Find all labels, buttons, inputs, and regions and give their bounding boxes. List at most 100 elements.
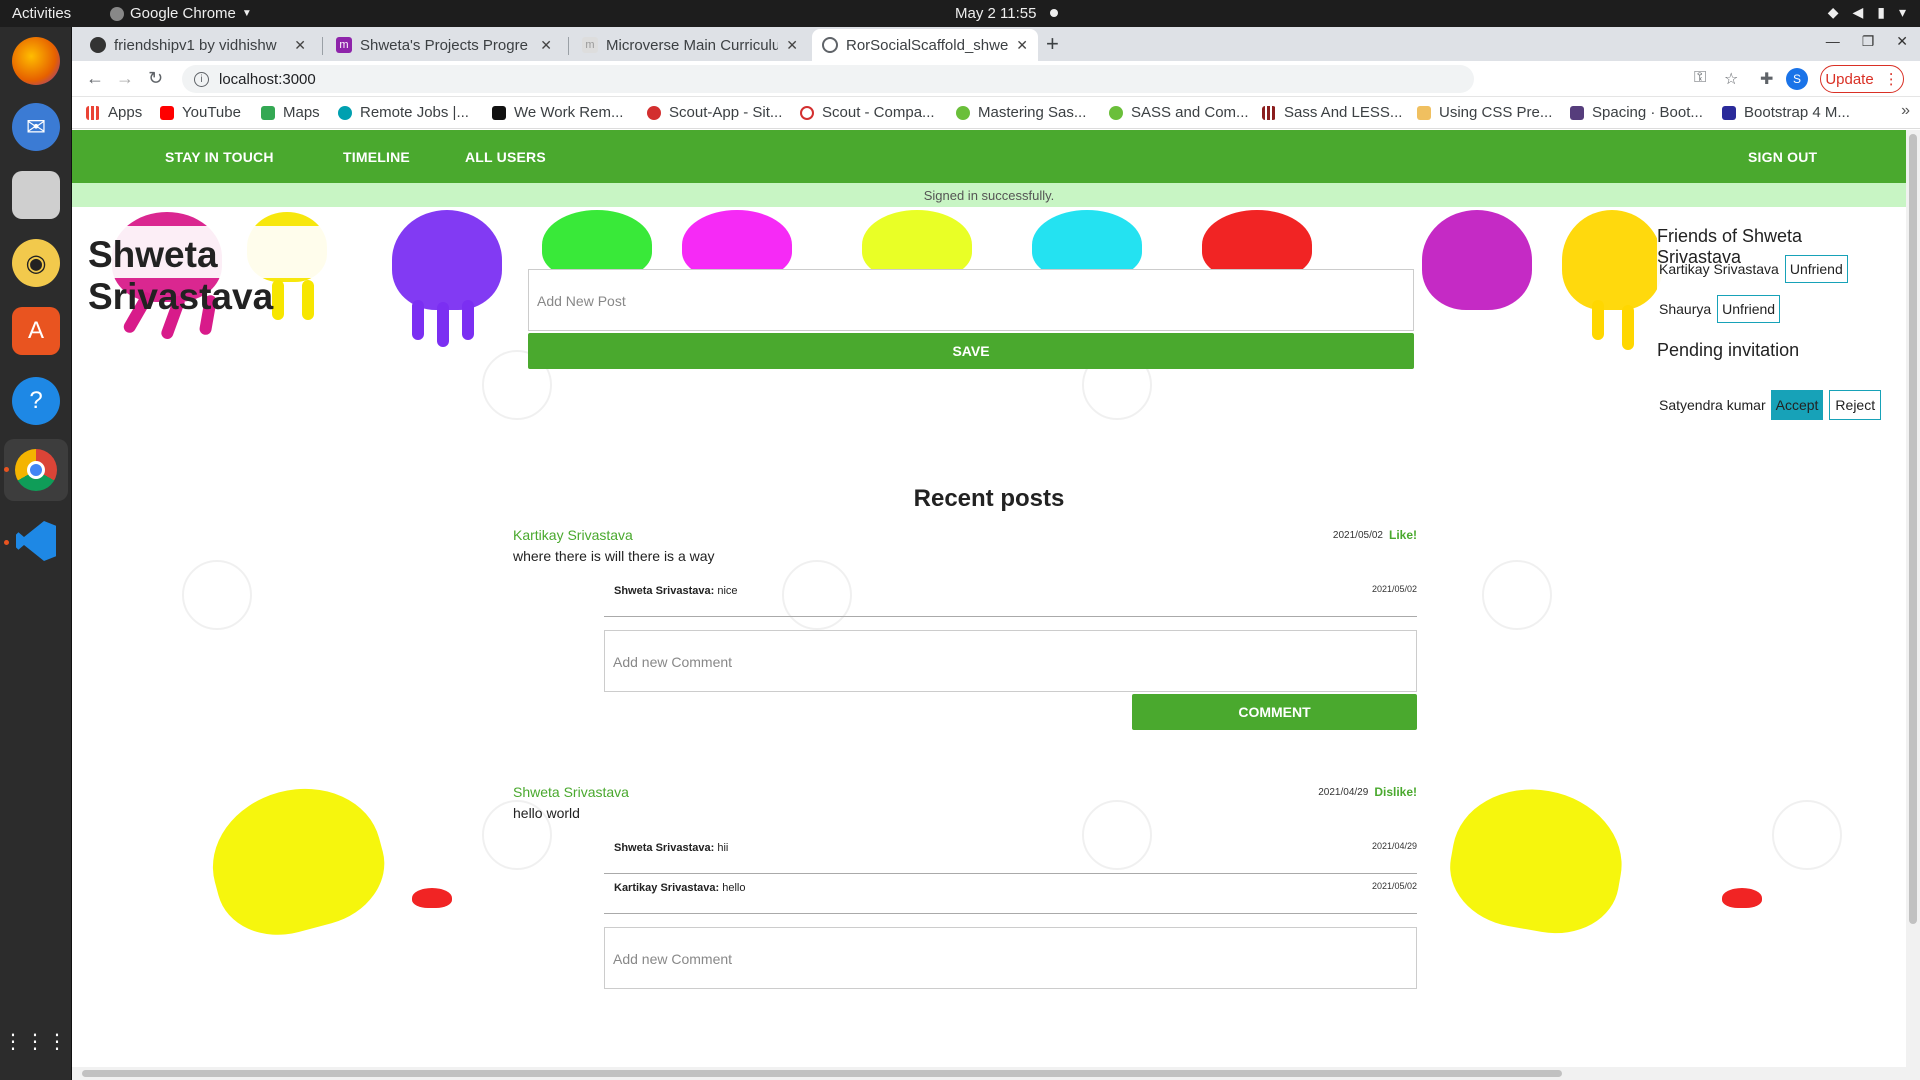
back-icon[interactable]: ← [86,68,104,89]
running-indicator [4,540,9,545]
tab-projects-progress[interactable]: m Shweta's Projects Progre ✕ [326,29,562,61]
nav-all-users[interactable]: ALL USERS [465,149,546,165]
wwr-icon [492,105,506,120]
chrome-icon [110,6,124,21]
clock[interactable]: May 2 11:55 [955,5,1036,22]
vscode-icon[interactable] [12,517,60,565]
bookmark-youtube[interactable]: YouTube [160,104,241,121]
horizontal-scrollbar[interactable] [72,1067,1920,1080]
tab-friendshipv1[interactable]: friendshipv1 by vidhishw ✕ [80,29,316,61]
nav-sign-out[interactable]: SIGN OUT [1748,149,1817,165]
remote-jobs-icon [338,105,352,120]
close-window-icon[interactable]: ✕ [1896,33,1908,50]
bookmark-mastering-sass[interactable]: Mastering Sas... [956,104,1086,121]
nav-stay-in-touch[interactable]: STAY IN TOUCH [165,149,274,165]
site-info-icon[interactable]: i [194,71,209,87]
close-tab-icon[interactable]: ✕ [540,37,552,54]
comment-button[interactable]: COMMENT [1132,694,1417,730]
bookmark-apps[interactable]: Apps [86,104,142,121]
running-indicator [4,467,9,472]
scrollbar-thumb[interactable] [1909,134,1917,924]
globe-icon [822,37,838,53]
bookmark-sass-and-com[interactable]: SASS and Com... [1109,104,1249,121]
system-tray[interactable]: ◆ ◀ ▮ ▾ [1828,4,1906,21]
bookmark-label: Apps [108,104,143,121]
address-bar[interactable]: i localhost:3000 [182,65,1474,93]
friend-name: Kartikay Srivastava [1659,261,1779,277]
forward-icon[interactable]: → [116,68,134,89]
bootstrap-icon [1570,105,1584,120]
comment-author: Shweta Srivastava: [614,842,715,854]
comment: Kartikay Srivastava: hello 2021/05/02 [604,874,1417,914]
like-button[interactable]: Like! [1389,528,1417,542]
show-apps-icon[interactable]: ⋮⋮⋮ [3,1017,67,1065]
accept-button[interactable]: Accept [1770,390,1824,420]
microverse-icon: m [336,37,352,53]
tab-rorsocialscaffold[interactable]: RorSocialScaffold_shweta ✕ [812,29,1038,61]
bookmark-using-css-pre[interactable]: Using CSS Pre... [1417,104,1552,121]
browser-window: friendshipv1 by vidhishw ✕ m Shweta's Pr… [72,27,1920,1080]
activities-button[interactable]: Activities [12,5,71,22]
unfriend-button[interactable]: Unfriend [1717,295,1781,323]
post-author[interactable]: Kartikay Srivastava [513,527,633,543]
bookmark-bootstrap-4[interactable]: Bootstrap 4 M... [1722,104,1850,121]
minimize-icon[interactable]: — [1826,33,1840,50]
close-tab-icon[interactable]: ✕ [294,37,306,54]
new-tab-icon[interactable]: + [1046,31,1059,57]
css-icon [1417,105,1431,120]
bookmark-label: Using CSS Pre... [1439,104,1553,121]
profile-avatar[interactable]: S [1786,68,1808,90]
tab-strip: friendshipv1 by vidhishw ✕ m Shweta's Pr… [72,27,1920,61]
app-menu-label: Google Chrome [130,5,236,22]
firefox-icon[interactable] [12,37,60,85]
update-button[interactable]: Update ⋮ [1820,65,1904,93]
new-post-input[interactable]: Add New Post [528,269,1414,331]
vertical-scrollbar[interactable] [1906,130,1920,1067]
reload-icon[interactable]: ↻ [148,68,163,89]
bookmark-sass-and-less[interactable]: Sass And LESS... [1262,104,1402,121]
rhythmbox-icon[interactable]: ◉ [12,239,60,287]
bookmark-label: Scout-App - Sit... [669,104,783,121]
extensions-icon[interactable]: ✚ [1760,69,1773,89]
menu-dots-icon: ⋮ [1883,71,1899,88]
dislike-button[interactable]: Dislike! [1374,785,1417,799]
reject-button[interactable]: Reject [1829,390,1882,420]
bookmark-scout-company[interactable]: Scout - Compa... [800,104,935,121]
window-controls: — ❐ ✕ [1826,33,1908,50]
unfriend-button[interactable]: Unfriend [1784,255,1848,283]
browser-toolbar: ← → ↻ i localhost:3000 ⚿ ☆ ✚ S Update ⋮ [72,61,1920,97]
tab-microverse-curriculum[interactable]: m Microverse Main Curriculu ✕ [572,29,808,61]
close-tab-icon[interactable]: ✕ [786,37,798,54]
more-bookmarks-icon[interactable]: » [1901,102,1910,120]
comment-date: 2021/05/02 [1371,881,1417,891]
bookmark-star-icon[interactable]: ☆ [1724,69,1738,89]
friends-panel: Friends of Shweta Srivastava Kartikay Sr… [1657,222,1887,446]
bookmark-maps[interactable]: Maps [261,104,320,121]
post-body: hello world [513,805,580,821]
comment-input[interactable]: Add new Comment [604,630,1417,692]
close-tab-icon[interactable]: ✕ [1016,37,1028,54]
restore-icon[interactable]: ❐ [1862,33,1875,50]
comment-body: hello [722,882,746,894]
software-center-icon[interactable]: A [12,307,60,355]
save-post-button[interactable]: SAVE [528,333,1414,369]
help-icon[interactable]: ? [12,377,60,425]
scrollbar-thumb[interactable] [82,1070,1562,1077]
files-icon[interactable] [12,171,60,219]
thunderbird-icon[interactable]: ✉ [12,103,60,151]
comment-input[interactable]: Add new Comment [604,927,1417,989]
key-icon[interactable]: ⚿ [1694,69,1706,87]
app-menu[interactable]: Google Chrome ▼ [110,5,252,22]
bookmark-spacing-bootstrap[interactable]: Spacing · Boot... [1570,104,1703,121]
scout-icon [647,105,661,120]
post: Kartikay Srivastava 2021/05/02 Like! whe… [513,527,1417,730]
bookmark-label: Spacing · Boot... [1592,104,1703,121]
nav-timeline[interactable]: TIMELINE [343,149,410,165]
chrome-dock-icon[interactable] [4,439,68,501]
comment-date: 2021/04/29 [1371,841,1417,851]
bookmark-remote-jobs[interactable]: Remote Jobs |... [338,104,469,121]
tab-title: RorSocialScaffold_shweta [846,36,1009,54]
bookmark-scout-app[interactable]: Scout-App - Sit... [647,104,782,121]
bookmark-we-work-remotely[interactable]: We Work Rem... [492,104,623,121]
post-author[interactable]: Shweta Srivastava [513,784,629,800]
